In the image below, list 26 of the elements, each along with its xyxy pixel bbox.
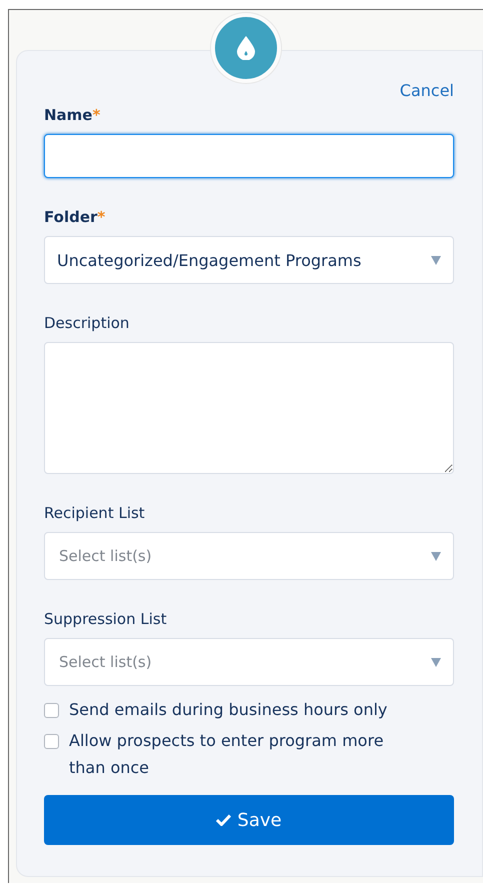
caret-icon — [431, 256, 441, 264]
save-button[interactable]: Save — [44, 795, 454, 845]
checkbox-label: Send emails during business hours only — [69, 699, 388, 721]
select-dropdown[interactable]: Uncategorized/Engagement Programs — [44, 236, 454, 284]
field-label: Folder* — [44, 208, 106, 226]
checkbox[interactable] — [44, 703, 59, 718]
select-value: Uncategorized/Engagement Programs — [57, 250, 362, 270]
description-textarea[interactable] — [44, 342, 454, 474]
caret-icon — [431, 658, 441, 666]
field-label: Name* — [44, 106, 102, 124]
required-asterisk: * — [92, 106, 100, 124]
checkbox[interactable] — [44, 734, 59, 749]
checkmark-icon — [216, 814, 232, 826]
select-placeholder: Select list(s) — [58, 547, 152, 565]
field-label: Description — [44, 314, 130, 332]
name-input[interactable] — [44, 134, 454, 178]
drop-icon — [237, 36, 255, 60]
cancel-link[interactable]: Cancel — [400, 81, 454, 100]
select-dropdown[interactable]: Select list(s) — [44, 532, 454, 580]
select-dropdown[interactable]: Select list(s) — [44, 638, 454, 686]
checkbox-label: Allow prospects to enter program more than once — [69, 730, 385, 779]
field-label: Suppression List — [44, 610, 168, 628]
field-label: Recipient List — [44, 504, 146, 522]
required-asterisk: * — [97, 208, 106, 226]
caret-icon — [431, 552, 441, 560]
select-placeholder: Select list(s) — [58, 653, 152, 671]
